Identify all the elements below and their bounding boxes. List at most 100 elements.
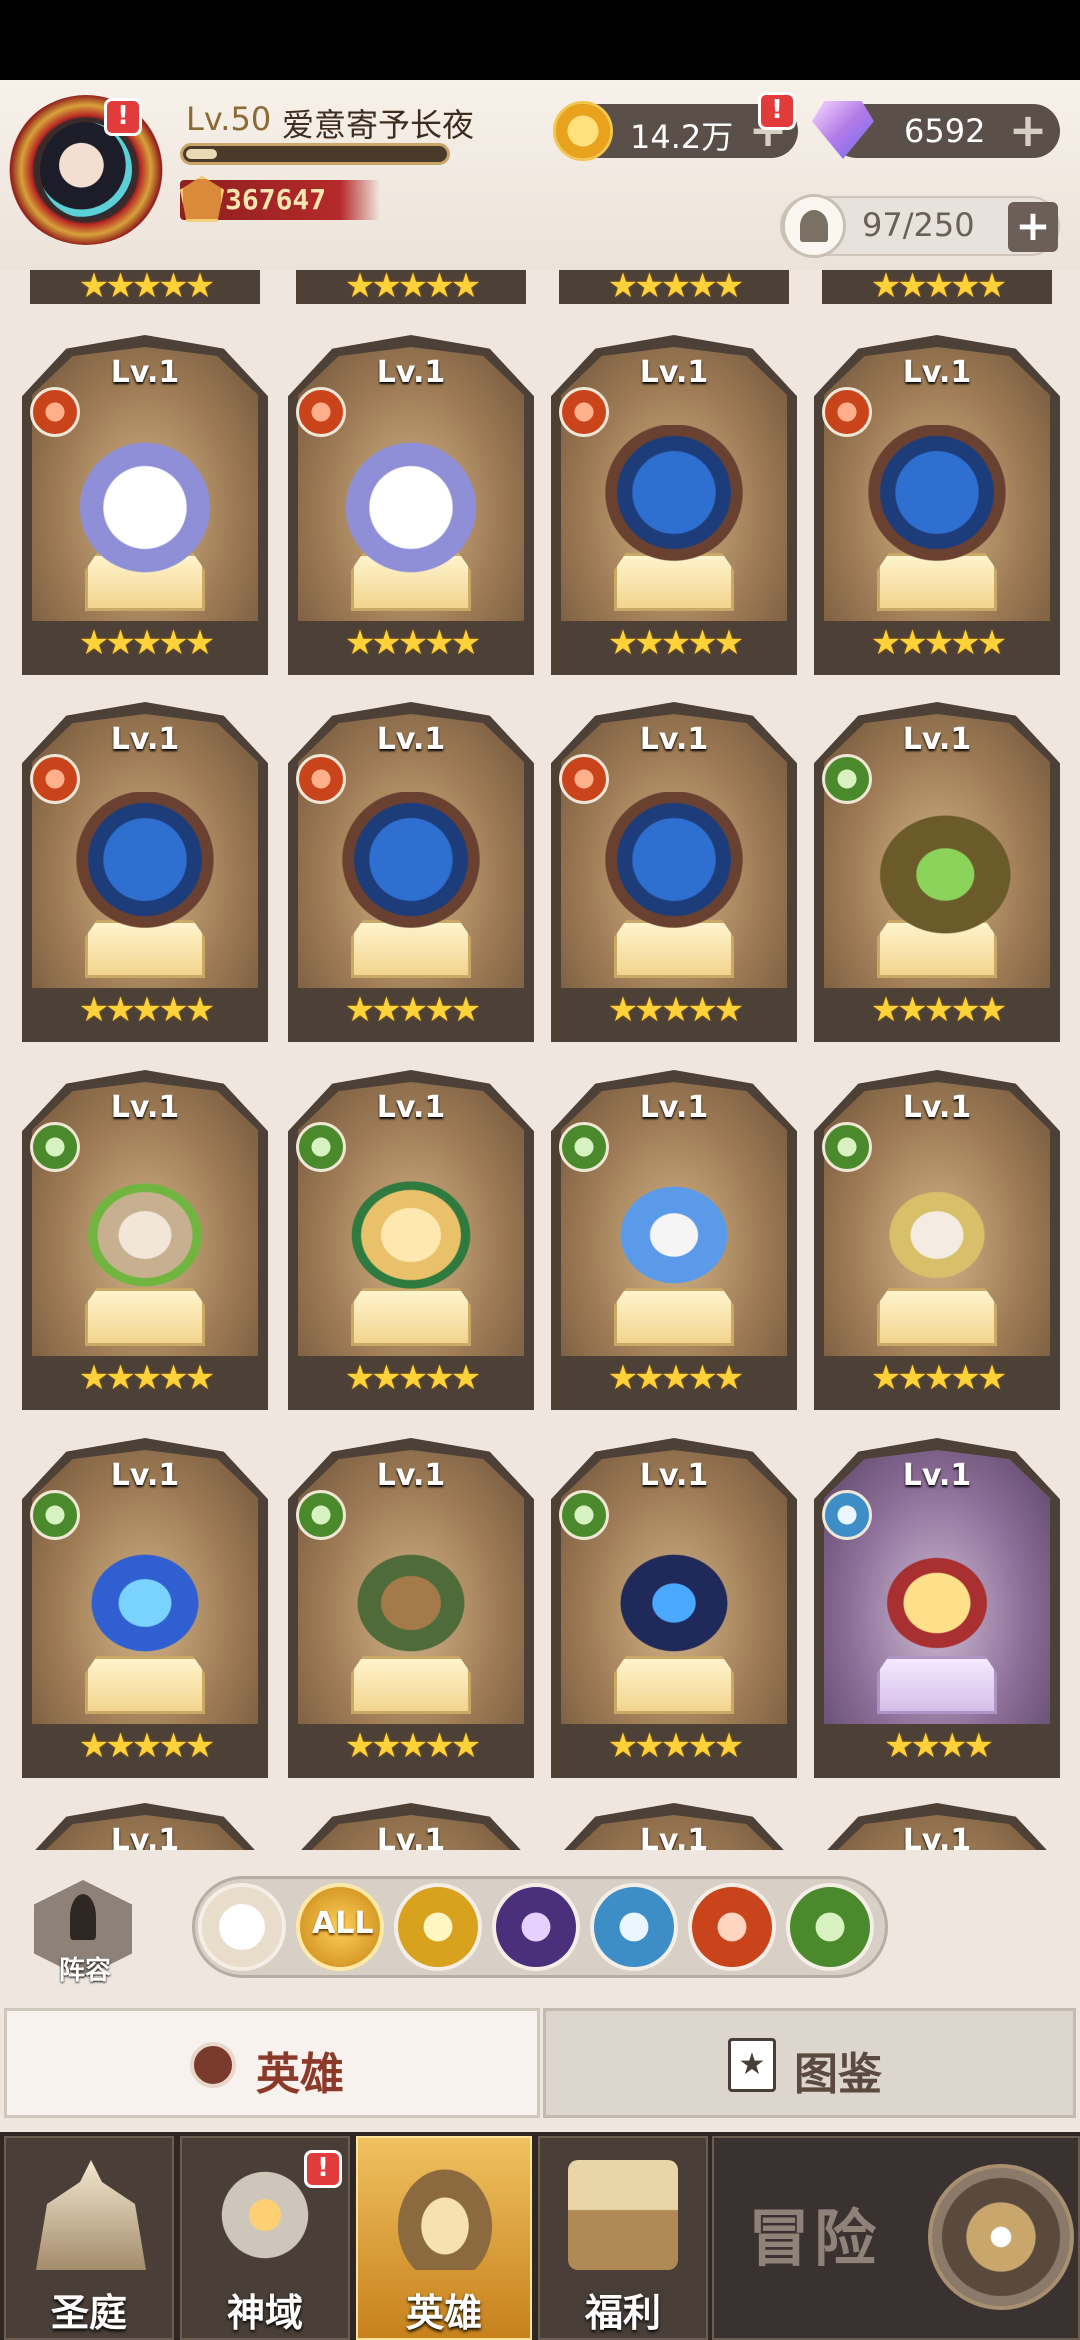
hero-card[interactable]: Lv.1 ★★★★★ [22, 1070, 268, 1410]
hero-stars: ★★★★★ [870, 1358, 1007, 1398]
partial-card-stars: ★★★★★ [607, 270, 744, 306]
status-bar [0, 0, 1080, 80]
hero-card[interactable]: Lv.1 ★★★★★ [551, 335, 797, 675]
avatar-alert-badge: ! [104, 98, 142, 136]
hero-level: Lv.1 [110, 1823, 180, 1850]
gold-coin-icon [553, 101, 613, 161]
hero-portrait [854, 425, 1020, 575]
hero-level: Lv.1 [902, 1458, 972, 1493]
power-value: 367647 [225, 183, 327, 216]
hero-level: Lv.1 [639, 722, 709, 757]
light-faction-icon[interactable] [590, 1883, 678, 1971]
hero-level: Lv.1 [110, 1090, 180, 1125]
capacity-add-button[interactable]: + [1008, 202, 1058, 252]
hero-card[interactable]: Lv.1 ★★★★★ [288, 1438, 534, 1778]
xp-fill [186, 149, 217, 159]
nav-adventure-label: 冒险 [748, 2202, 881, 2275]
hero-card[interactable]: Lv.1 ★★★★ [814, 1438, 1060, 1778]
codex-book-icon: ★ [728, 2038, 776, 2092]
player-level: Lv.50 [186, 100, 272, 138]
hero-capacity-value: 97/250 [862, 206, 975, 244]
lineup-label: 阵容 [58, 1956, 111, 1986]
nav-divine-domain-label: 神域 [226, 2291, 303, 2335]
hero-card[interactable]: Lv.1 [22, 1803, 268, 1850]
hero-level: Lv.1 [376, 1458, 446, 1493]
hero-stars: ★★★★★ [344, 1726, 481, 1766]
hero-level: Lv.1 [639, 1090, 709, 1125]
all-filter-label: ALL [312, 1906, 374, 1941]
hero-portrait [328, 1160, 494, 1310]
compass-icon [928, 2164, 1074, 2310]
nav-sanctuary-label: 圣庭 [50, 2291, 127, 2335]
hero-stars: ★★★★ [884, 1726, 994, 1766]
tab-heroes-label: 英雄 [256, 2049, 344, 2100]
chevron-up-icon[interactable] [198, 1883, 286, 1971]
hero-level: Lv.1 [376, 355, 446, 390]
hero-card[interactable]: Lv.1 ★★★★★ [22, 335, 268, 675]
hero-portrait [591, 1528, 757, 1678]
hero-stars: ★★★★★ [870, 990, 1007, 1030]
hero-stars: ★★★★★ [344, 1358, 481, 1398]
nav-benefits-label: 福利 [584, 2291, 661, 2335]
hero-level: Lv.1 [902, 355, 972, 390]
hero-helmet-icon [190, 2042, 236, 2088]
hero-stars: ★★★★★ [344, 623, 481, 663]
hero-level: Lv.1 [639, 355, 709, 390]
diamond-add-button[interactable]: + [1004, 107, 1052, 156]
hero-stars: ★★★★★ [607, 1358, 744, 1398]
soul-leaf-icon [800, 210, 828, 242]
hero-card[interactable]: Lv.1 ★★★★★ [22, 1438, 268, 1778]
hero-stars: ★★★★★ [607, 1726, 744, 1766]
partial-card-stars: ★★★★★ [344, 270, 481, 306]
hero-level: Lv.1 [639, 1458, 709, 1493]
hero-stars: ★★★★★ [78, 1726, 215, 1766]
hero-stars: ★★★★★ [78, 1358, 215, 1398]
hero-portrait [62, 1160, 228, 1310]
beast-faction-icon[interactable] [688, 1883, 776, 1971]
hero-portrait [591, 1160, 757, 1310]
horned-helmet-icon [390, 2160, 500, 2270]
gold-alert-badge: ! [758, 92, 796, 130]
hero-portrait [328, 1528, 494, 1678]
forest-faction-icon[interactable] [786, 1883, 874, 1971]
xp-bar [180, 143, 450, 165]
hero-card[interactable]: Lv.1 ★★★★★ [288, 1070, 534, 1410]
dark-faction-icon[interactable] [492, 1883, 580, 1971]
partial-card-stars: ★★★★★ [78, 270, 215, 306]
sun-faction-icon[interactable] [394, 1883, 482, 1971]
hero-portrait [328, 792, 494, 942]
divine-domain-alert-badge: ! [304, 2150, 342, 2188]
hero-card[interactable]: Lv.1 ★★★★★ [22, 702, 268, 1042]
hero-card[interactable]: Lv.1 ★★★★★ [288, 702, 534, 1042]
diamond-value: 6592 [904, 112, 986, 150]
hero-level: Lv.1 [376, 1823, 446, 1850]
hero-card[interactable]: Lv.1 [288, 1803, 534, 1850]
hero-card[interactable]: Lv.1 ★★★★★ [814, 1070, 1060, 1410]
hero-card[interactable]: Lv.1 ★★★★★ [288, 335, 534, 675]
hero-portrait [62, 425, 228, 575]
partial-card-stars: ★★★★★ [870, 270, 1007, 306]
hero-card[interactable]: Lv.1 ★★★★★ [551, 1070, 797, 1410]
gold-value: 14.2万 [630, 118, 734, 156]
hero-level: Lv.1 [902, 722, 972, 757]
avatar[interactable] [40, 122, 132, 218]
hero-portrait [591, 792, 757, 942]
hero-card[interactable]: Lv.1 [551, 1803, 797, 1850]
hero-portrait [854, 1160, 1020, 1310]
hero-portrait [62, 1528, 228, 1678]
hero-stars: ★★★★★ [344, 990, 481, 1030]
hero-portrait [854, 792, 1020, 942]
hero-card[interactable]: Lv.1 [814, 1803, 1060, 1850]
hero-level: Lv.1 [110, 355, 180, 390]
player-name: 爱意寄予长夜 [282, 106, 475, 144]
hero-card[interactable]: Lv.1 ★★★★★ [814, 702, 1060, 1042]
chess-pawn-icon [70, 1894, 96, 1940]
hero-grid[interactable]: ★★★★★ ★★★★★ ★★★★★ ★★★★★ Lv.1 ★★★★★ Lv.1 ★★★★★ Lv… [0, 270, 1080, 1850]
hero-portrait [854, 1528, 1020, 1678]
hero-card[interactable]: Lv.1 ★★★★★ [551, 702, 797, 1042]
hero-card[interactable]: Lv.1 ★★★★★ [551, 1438, 797, 1778]
hero-stars: ★★★★★ [607, 990, 744, 1030]
tab-codex-label: 图鉴 [794, 2049, 882, 2100]
hero-level: Lv.1 [639, 1823, 709, 1850]
hero-card[interactable]: Lv.1 ★★★★★ [814, 335, 1060, 675]
